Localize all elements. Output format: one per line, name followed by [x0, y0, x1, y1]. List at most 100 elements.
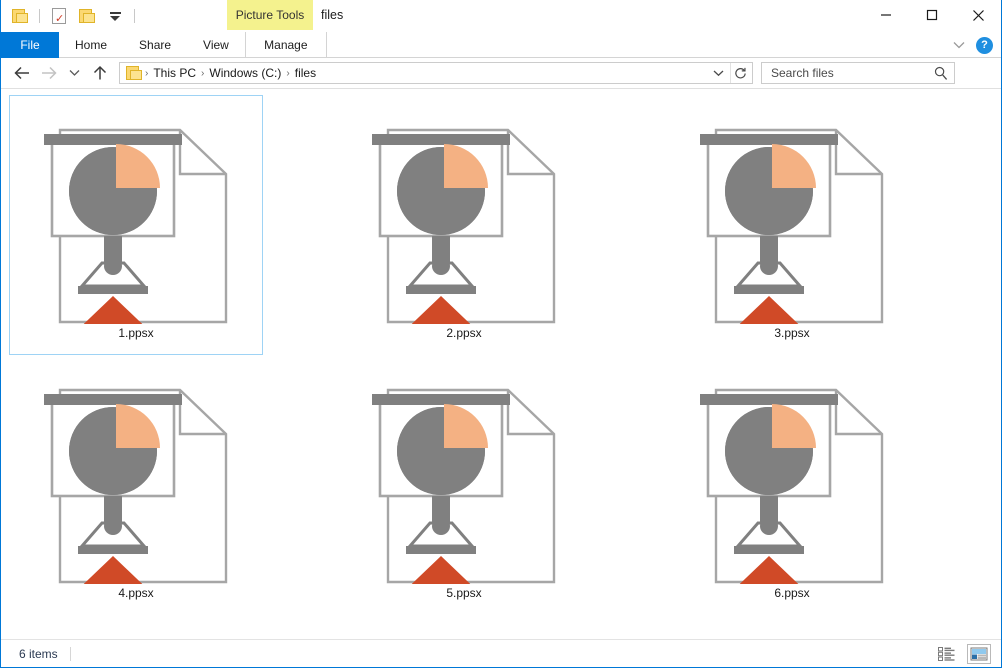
- help-icon[interactable]: ?: [976, 36, 993, 54]
- file-icon: [30, 100, 242, 324]
- customize-caret-icon[interactable]: [104, 5, 126, 27]
- projector-knob: [760, 257, 778, 275]
- new-folder-glyph: [79, 9, 95, 23]
- projector-base-bar: [78, 546, 148, 554]
- back-button[interactable]: [9, 60, 35, 86]
- ppsx-file-icon: [700, 128, 884, 324]
- breadcrumb-folder-icon[interactable]: [124, 66, 144, 80]
- ppsx-file-icon: [700, 388, 884, 584]
- recent-locations-button[interactable]: [61, 60, 87, 86]
- folder-glyph: [12, 9, 28, 23]
- breadcrumb-folder-front: [130, 70, 142, 80]
- check-glyph: ✓: [55, 12, 65, 25]
- quick-access-toolbar: ✓: [1, 0, 137, 32]
- file-tile[interactable]: 2.ppsx: [337, 95, 591, 355]
- tab-view[interactable]: View: [187, 32, 245, 58]
- caret-triangle: [110, 15, 120, 21]
- file-name-label: 5.ppsx: [446, 586, 482, 600]
- projector-knob: [104, 517, 122, 535]
- file-grid: 1.ppsx 2.ppsx 3.ppsx 4.ppsx 5.ppsx 6.pps…: [1, 89, 1001, 634]
- file-tile[interactable]: 5.ppsx: [337, 355, 591, 615]
- file-icon: [358, 100, 570, 324]
- new-folder-front: [83, 13, 95, 23]
- file-name-label: 4.ppsx: [118, 586, 154, 600]
- projector-knob: [104, 257, 122, 275]
- caption-buttons: [863, 0, 1001, 30]
- title-bar: ✓ Picture Tools files: [1, 0, 1001, 32]
- large-icons-view-button[interactable]: [967, 644, 991, 664]
- ribbon-right-controls: ?: [948, 32, 997, 58]
- explorer-window: ✓ Picture Tools files File Home Share Vi…: [0, 0, 1002, 668]
- ppsx-file-icon: [372, 128, 556, 324]
- details-view-button[interactable]: [935, 644, 959, 664]
- breadcrumb-item-files[interactable]: files: [291, 66, 320, 80]
- screen-top-bar: [44, 134, 182, 145]
- tab-file[interactable]: File: [1, 32, 59, 58]
- file-name-label: 6.ppsx: [774, 586, 810, 600]
- forward-button[interactable]: [35, 60, 61, 86]
- maximize-button[interactable]: [909, 0, 955, 30]
- projector-knob: [432, 257, 450, 275]
- refresh-icon[interactable]: [730, 63, 750, 83]
- contextual-tab-group: Picture Tools: [227, 0, 313, 30]
- screen-top-bar: [372, 134, 510, 145]
- projector-knob: [760, 517, 778, 535]
- status-separator: [69, 646, 71, 661]
- file-tile[interactable]: 1.ppsx: [9, 95, 263, 355]
- ribbon-tab-bar: File Home Share View Manage ?: [1, 32, 1001, 58]
- screen-top-bar: [44, 394, 182, 405]
- file-icon: [686, 100, 898, 324]
- file-icon: [30, 360, 242, 584]
- minimize-button[interactable]: [863, 0, 909, 30]
- folder-icon[interactable]: [9, 5, 31, 27]
- close-button[interactable]: [955, 0, 1001, 30]
- status-item-count: 6 items: [19, 646, 58, 661]
- file-name-label: 1.ppsx: [118, 326, 154, 340]
- window-title: files: [321, 8, 344, 22]
- search-input[interactable]: [769, 65, 929, 81]
- properties-glyph: ✓: [52, 8, 66, 24]
- file-name-label: 3.ppsx: [774, 326, 810, 340]
- projector-base-bar: [406, 286, 476, 294]
- breadcrumb-item-windows-c[interactable]: Windows (C:): [205, 66, 285, 80]
- file-tile[interactable]: 4.ppsx: [9, 355, 263, 615]
- qat-separator-2: [134, 9, 135, 23]
- file-tile[interactable]: 3.ppsx: [665, 95, 919, 355]
- file-icon: [358, 360, 570, 584]
- search-icon[interactable]: [934, 66, 948, 86]
- projector-base-bar: [406, 546, 476, 554]
- screen-top-bar: [700, 134, 838, 145]
- tab-share[interactable]: Share: [123, 32, 187, 58]
- ppsx-file-icon: [372, 388, 556, 584]
- breadcrumb[interactable]: › This PC › Windows (C:) › files: [119, 62, 753, 84]
- folder-front: [16, 13, 28, 23]
- file-tile[interactable]: 6.ppsx: [665, 355, 919, 615]
- tab-home[interactable]: Home: [59, 32, 123, 58]
- screen-top-bar: [372, 394, 510, 405]
- up-button[interactable]: [87, 60, 113, 86]
- properties-icon[interactable]: ✓: [48, 5, 70, 27]
- qat-separator-1: [39, 9, 40, 23]
- new-folder-icon[interactable]: [76, 5, 98, 27]
- address-bar: › This PC › Windows (C:) › files: [1, 58, 1001, 89]
- projector-base-bar: [734, 546, 804, 554]
- ppsx-file-icon: [44, 388, 228, 584]
- view-buttons: [935, 640, 991, 667]
- screen-top-bar: [700, 394, 838, 405]
- projector-base-bar: [78, 286, 148, 294]
- ppsx-file-icon: [44, 128, 228, 324]
- breadcrumb-folder-glyph: [126, 66, 142, 80]
- caret-bar: [109, 11, 121, 14]
- file-name-label: 2.ppsx: [446, 326, 482, 340]
- search-box[interactable]: [761, 62, 955, 84]
- breadcrumb-item-this-pc[interactable]: This PC: [149, 66, 200, 80]
- status-bar: 6 items: [1, 639, 1001, 667]
- projector-base-bar: [734, 286, 804, 294]
- file-icon: [686, 360, 898, 584]
- projector-knob: [432, 517, 450, 535]
- chevron-down-icon-address[interactable]: [708, 63, 728, 83]
- caret-glyph: [109, 11, 121, 21]
- tab-manage[interactable]: Manage: [244, 32, 327, 58]
- chevron-down-icon[interactable]: [948, 34, 970, 56]
- contextual-tab-label: Picture Tools: [235, 8, 305, 22]
